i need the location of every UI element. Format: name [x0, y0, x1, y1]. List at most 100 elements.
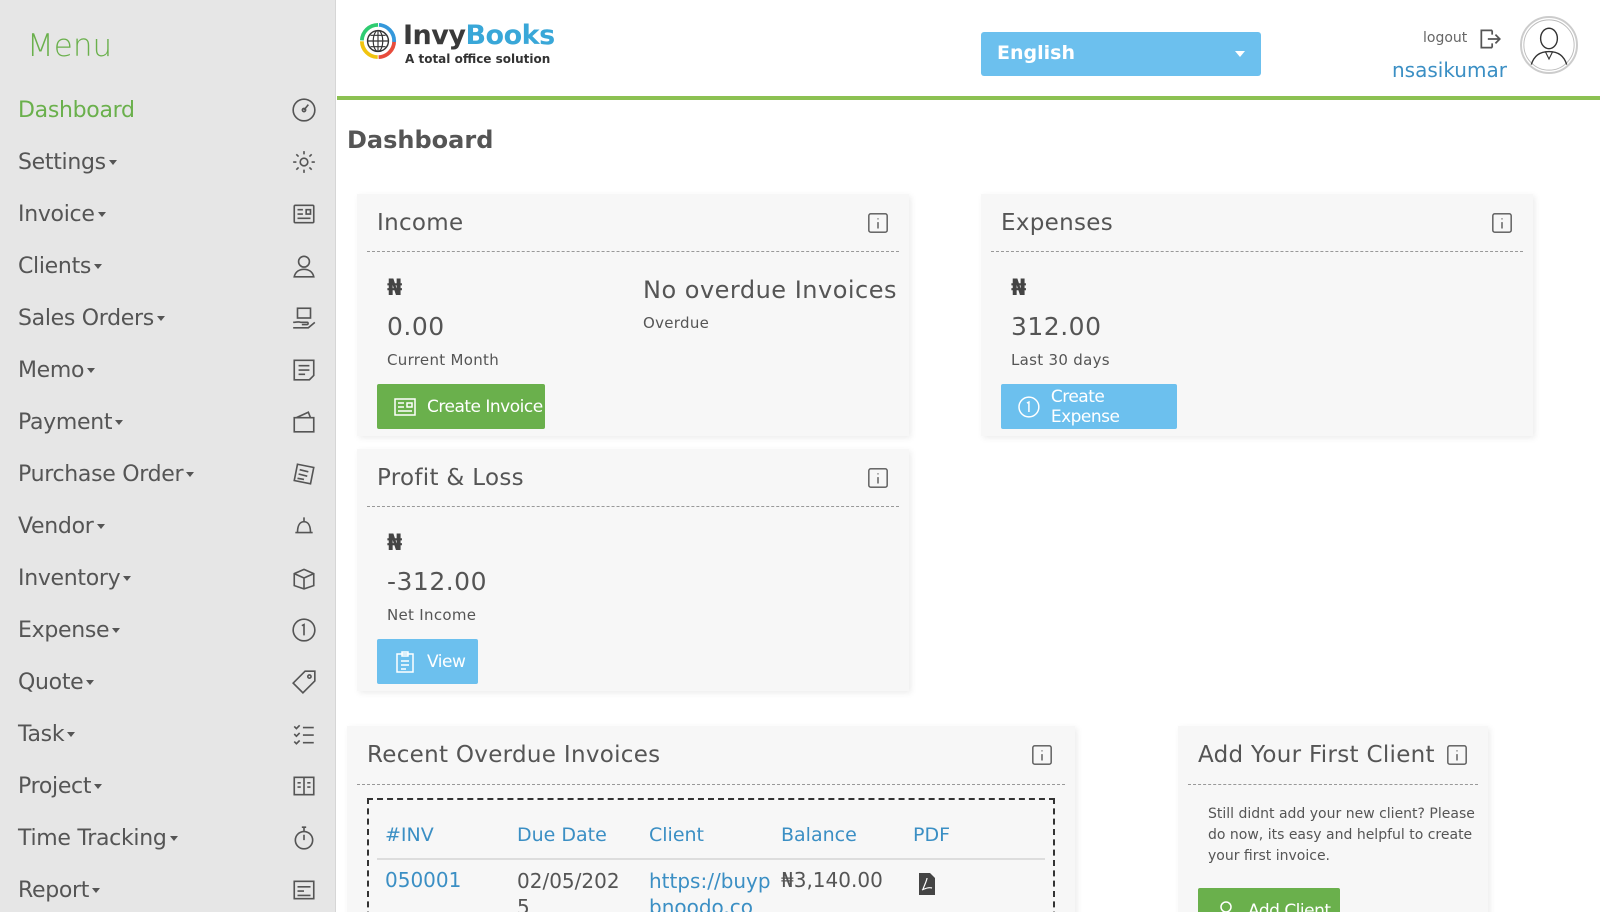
- user-avatar-icon: [1523, 19, 1575, 71]
- due-date-line: 02/05/202: [517, 869, 620, 893]
- sidebar-item-project[interactable]: Project: [0, 760, 336, 812]
- sidebar-item-payment[interactable]: Payment: [0, 396, 336, 448]
- currency-symbol: ₦: [1011, 276, 1027, 301]
- caret-down-icon: [156, 316, 165, 321]
- add-client-button[interactable]: Add Client: [1198, 888, 1340, 912]
- caret-down-icon: [123, 576, 132, 581]
- clipboard-icon: [396, 650, 414, 673]
- table-header-divider: [377, 858, 1045, 860]
- sidebar-item-dashboard[interactable]: Dashboard: [0, 84, 336, 136]
- sidebar-item-task[interactable]: Task: [0, 708, 336, 760]
- info-icon[interactable]: [1491, 212, 1513, 234]
- column-header-inv[interactable]: #INV: [385, 824, 434, 846]
- button-label: View: [427, 651, 466, 672]
- invoice-icon: [290, 200, 318, 228]
- coin-icon: [1018, 395, 1040, 418]
- sidebar-item-time-tracking[interactable]: Time Tracking: [0, 812, 336, 864]
- globe-logo-icon: [359, 22, 397, 60]
- card-title: Add Your First Client: [1198, 742, 1435, 768]
- user-icon: [1220, 900, 1232, 912]
- profit-loss-card: Profit & Loss ₦ -312.00 Net Income View: [357, 449, 909, 691]
- app-logo[interactable]: InvyBooks A total office solution: [359, 20, 559, 70]
- sidebar-item-quote[interactable]: Quote: [0, 656, 336, 708]
- column-header-balance[interactable]: Balance: [781, 824, 857, 846]
- invoice-number-link[interactable]: 050001: [385, 868, 461, 892]
- create-expense-button[interactable]: Create Expense: [1001, 384, 1177, 429]
- card-divider: [991, 251, 1523, 252]
- net-income-label: Net Income: [387, 606, 477, 624]
- invoice-icon: [394, 397, 416, 416]
- sidebar-item-expense[interactable]: Expense: [0, 604, 336, 656]
- create-invoice-button[interactable]: Create Invoice: [377, 384, 545, 429]
- button-label: Create Invoice: [427, 396, 543, 417]
- overdue-invoices-card: Recent Overdue Invoices #INV Due Date Cl…: [347, 726, 1075, 912]
- sidebar-item-label: Expense: [18, 617, 110, 643]
- user-icon: [290, 252, 318, 280]
- sidebar-item-label: Sales Orders: [18, 305, 154, 331]
- box-icon: [290, 564, 318, 592]
- sidebar-item-label: Payment: [18, 409, 113, 435]
- balance-cell: ₦3,140.00: [781, 868, 883, 892]
- sidebar: Menu Dashboard Settings Invoice Clients …: [0, 0, 336, 912]
- sidebar-item-label: Report: [18, 877, 90, 903]
- button-label: Create Expense: [1050, 386, 1120, 427]
- sidebar-item-inventory[interactable]: Inventory: [0, 552, 336, 604]
- gear-icon: [290, 148, 318, 176]
- card-divider: [367, 506, 899, 507]
- currency-symbol: ₦: [387, 531, 403, 556]
- vendor-bell-icon: [290, 512, 318, 540]
- info-icon[interactable]: [1031, 744, 1053, 766]
- overdue-status: No overdue Invoices: [643, 276, 898, 304]
- sidebar-item-label: Clients: [18, 253, 92, 279]
- purchase-order-icon: [290, 460, 318, 488]
- view-button[interactable]: View: [377, 639, 478, 684]
- caret-down-icon: [96, 524, 105, 529]
- sidebar-item-memo[interactable]: Memo: [0, 344, 336, 396]
- caret-down-icon: [1235, 51, 1245, 57]
- caret-down-icon: [94, 784, 103, 789]
- info-icon[interactable]: [867, 467, 889, 489]
- sidebar-item-vendor[interactable]: Vendor: [0, 500, 336, 552]
- caret-down-icon: [186, 472, 195, 477]
- client-link[interactable]: https://buyp bnoodo.co: [649, 868, 771, 912]
- sidebar-item-purchase-order[interactable]: Purchase Order: [0, 448, 336, 500]
- logout-icon[interactable]: [1477, 26, 1503, 52]
- first-client-message: Still didnt add your new client? Please …: [1208, 806, 1475, 864]
- page-title: Dashboard: [347, 126, 494, 154]
- column-header-pdf[interactable]: PDF: [913, 824, 950, 846]
- income-value: 0.00: [387, 312, 445, 341]
- info-icon[interactable]: [867, 212, 889, 234]
- username-link[interactable]: nsasikumar: [1392, 58, 1507, 82]
- card-divider: [1188, 784, 1478, 785]
- dashboard-gauge-icon: [290, 96, 318, 124]
- info-icon[interactable]: [1446, 744, 1468, 766]
- sidebar-item-invoice[interactable]: Invoice: [0, 188, 336, 240]
- column-header-due-date[interactable]: Due Date: [517, 824, 607, 846]
- caret-down-icon: [169, 836, 178, 841]
- income-card: Income ₦ 0.00 Current Month No overdue I…: [357, 194, 909, 436]
- sidebar-item-sales-orders[interactable]: Sales Orders: [0, 292, 336, 344]
- sidebar-item-label: Vendor: [18, 513, 94, 539]
- column-header-client[interactable]: Client: [649, 824, 704, 846]
- overdue-label: Overdue: [643, 314, 710, 332]
- logo-name-part: Invy: [403, 20, 466, 51]
- pdf-file-icon[interactable]: [917, 872, 937, 896]
- client-line: bnoodo.co: [649, 895, 754, 912]
- caret-down-icon: [115, 420, 124, 425]
- tag-icon: [290, 668, 318, 696]
- sidebar-item-clients[interactable]: Clients: [0, 240, 336, 292]
- sidebar-item-label: Settings: [18, 149, 106, 175]
- first-client-card: Add Your First Client Still didnt add yo…: [1178, 726, 1488, 912]
- caret-down-icon: [67, 732, 76, 737]
- overdue-invoices-table: #INV Due Date Client Balance PDF 050001 …: [367, 798, 1055, 912]
- language-select[interactable]: English: [981, 32, 1261, 76]
- expenses-card: Expenses ₦ 312.00 Last 30 days Create Ex…: [981, 194, 1533, 436]
- caret-down-icon: [92, 888, 101, 893]
- avatar[interactable]: [1520, 16, 1578, 74]
- logout-link[interactable]: logout: [1423, 30, 1467, 46]
- sidebar-item-report[interactable]: Report: [0, 864, 336, 912]
- app-root: Menu Dashboard Settings Invoice Clients …: [0, 0, 1600, 912]
- card-title: Profit & Loss: [377, 465, 524, 491]
- coin-icon: [290, 616, 318, 644]
- sidebar-item-settings[interactable]: Settings: [0, 136, 336, 188]
